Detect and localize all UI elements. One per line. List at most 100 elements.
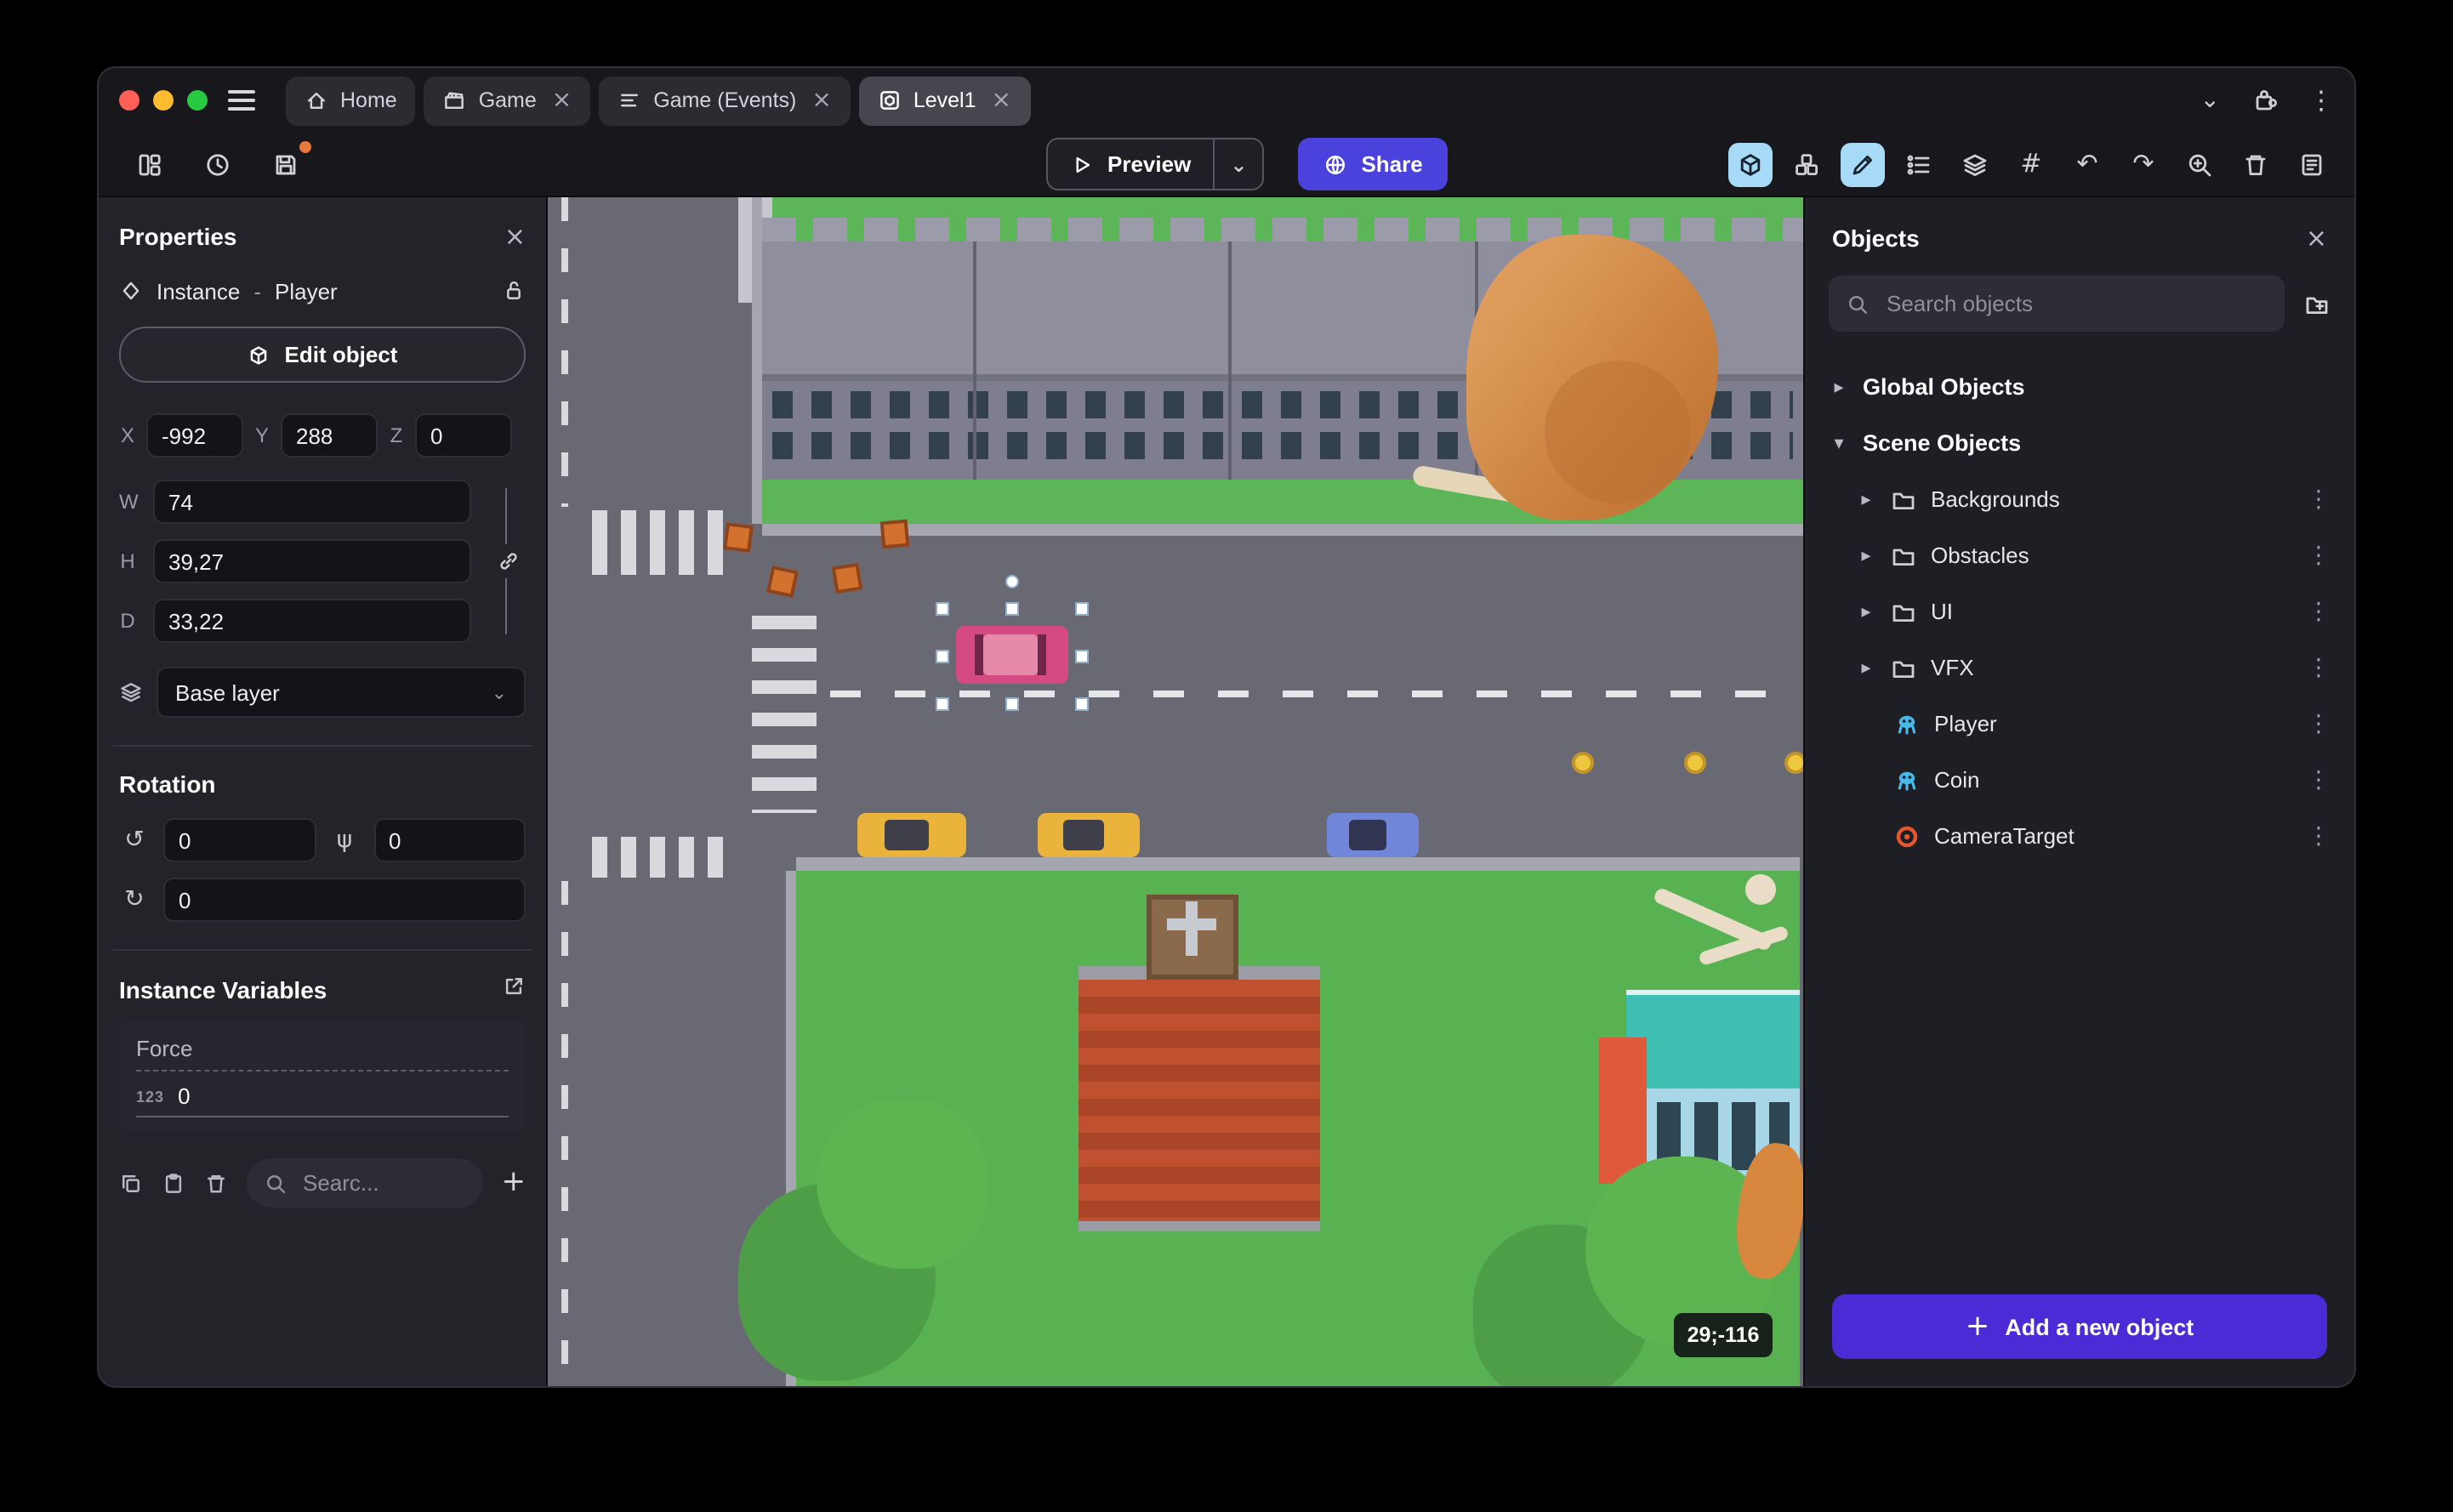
kebab-menu-icon[interactable]: ⋮ xyxy=(2307,824,2331,848)
main-menu-icon[interactable] xyxy=(228,82,265,119)
extensions-icon[interactable] xyxy=(2251,87,2278,114)
variable-value[interactable]: 0 xyxy=(178,1083,190,1109)
group-global-objects[interactable]: ▸ Global Objects xyxy=(1805,359,2354,415)
preview-button[interactable]: Preview ⌄ xyxy=(1046,138,1265,190)
folder-backgrounds[interactable]: ▸ Backgrounds ⋮ xyxy=(1805,471,2354,527)
width-input[interactable] xyxy=(153,480,471,524)
kebab-menu-icon[interactable]: ⋮ xyxy=(2307,768,2331,792)
x-input[interactable] xyxy=(146,413,243,458)
tab-game-events[interactable]: Game (Events) × xyxy=(599,76,851,125)
selection-handle[interactable] xyxy=(1075,602,1089,616)
close-window-button[interactable] xyxy=(119,90,139,111)
group-scene-objects[interactable]: ▾ Scene Objects xyxy=(1805,415,2354,471)
tab-game[interactable]: Game × xyxy=(424,76,591,125)
zoom-icon[interactable] xyxy=(2177,142,2222,186)
crate-sprite[interactable] xyxy=(723,522,754,553)
crate-sprite[interactable] xyxy=(831,562,863,594)
teal-roof-building-sprite[interactable] xyxy=(1626,990,1800,1089)
selection-handle[interactable] xyxy=(1075,697,1089,711)
y-input[interactable] xyxy=(281,413,378,458)
selection-handle[interactable] xyxy=(936,650,949,663)
variable-name[interactable]: Force xyxy=(136,1036,509,1071)
kebab-menu-icon[interactable]: ⋮ xyxy=(2307,600,2331,623)
chevron-down-icon[interactable]: ▾ xyxy=(1829,434,1849,452)
rotation-y-input[interactable] xyxy=(373,818,526,862)
chevron-right-icon[interactable]: ▸ xyxy=(1829,378,1849,396)
height-input[interactable] xyxy=(153,539,471,583)
scene-canvas[interactable]: 29;-116 xyxy=(548,197,1803,1386)
redo-icon[interactable]: ↷ xyxy=(2121,142,2166,186)
chevron-right-icon[interactable]: ▸ xyxy=(1856,658,1876,677)
add-variable-icon[interactable]: + xyxy=(502,1168,526,1197)
object-coin[interactable]: Coin ⋮ xyxy=(1805,752,2354,808)
delete-variable-icon[interactable] xyxy=(204,1171,228,1195)
paste-icon[interactable] xyxy=(162,1171,185,1195)
kebab-menu-icon[interactable]: ⋮ xyxy=(2308,87,2334,113)
variable-search-input[interactable] xyxy=(299,1168,466,1197)
3d-view-tool-icon[interactable] xyxy=(1728,142,1773,186)
kebab-menu-icon[interactable]: ⋮ xyxy=(2307,543,2331,567)
trash-icon[interactable] xyxy=(2234,142,2278,186)
chevron-right-icon[interactable]: ▸ xyxy=(1856,546,1876,565)
layers-icon[interactable] xyxy=(1953,142,1997,186)
depth-input[interactable] xyxy=(153,599,471,643)
kebab-menu-icon[interactable]: ⋮ xyxy=(2307,487,2331,511)
car-yellow-sprite[interactable] xyxy=(857,813,966,857)
rotation-z-input[interactable] xyxy=(163,878,526,922)
tree-sprite[interactable] xyxy=(817,1099,987,1269)
history-icon[interactable] xyxy=(197,144,238,185)
objects-list-icon[interactable] xyxy=(1897,142,1941,186)
maximize-window-button[interactable] xyxy=(187,90,208,111)
brick-building-sprite[interactable] xyxy=(1079,966,1320,1231)
link-proportions-icon[interactable] xyxy=(497,544,521,578)
tab-close-icon[interactable]: × xyxy=(811,88,831,112)
car-blue-sprite[interactable] xyxy=(1327,813,1419,857)
bone-sprite[interactable] xyxy=(1745,874,1776,905)
selection-handle[interactable] xyxy=(1075,650,1089,663)
tab-close-icon[interactable]: × xyxy=(992,88,1011,112)
coin-sprite[interactable] xyxy=(1572,752,1594,774)
kebab-menu-icon[interactable]: ⋮ xyxy=(2307,656,2331,679)
selection-handle[interactable] xyxy=(1005,697,1019,711)
objects-search-input[interactable] xyxy=(1883,289,2268,318)
variable-search[interactable] xyxy=(247,1158,483,1208)
layer-select[interactable]: Base layer ⌄ xyxy=(157,667,526,718)
selection-handle[interactable] xyxy=(936,602,949,616)
minimize-window-button[interactable] xyxy=(153,90,174,111)
car-yellow-sprite[interactable] xyxy=(1038,813,1140,857)
grid-icon[interactable]: # xyxy=(2009,142,2053,186)
coin-sprite[interactable] xyxy=(1784,752,1803,774)
selection-handle[interactable] xyxy=(1005,602,1019,616)
folder-ui[interactable]: ▸ UI ⋮ xyxy=(1805,583,2354,639)
scene-properties-icon[interactable] xyxy=(2290,142,2334,186)
tab-home[interactable]: Home xyxy=(286,76,416,125)
close-icon[interactable]: × xyxy=(2306,225,2327,251)
chevron-down-icon[interactable]: ⌄ xyxy=(2200,88,2220,112)
add-new-object-button[interactable]: + Add a new object xyxy=(1832,1294,2327,1359)
undo-icon[interactable]: ↶ xyxy=(2065,142,2109,186)
chevron-right-icon[interactable]: ▸ xyxy=(1856,490,1876,509)
z-input[interactable] xyxy=(415,413,512,458)
instances-tool-icon[interactable] xyxy=(1784,142,1829,186)
selection-rotate-handle[interactable] xyxy=(1005,575,1019,588)
close-icon[interactable]: × xyxy=(504,223,526,249)
object-player[interactable]: Player ⋮ xyxy=(1805,696,2354,752)
open-variables-icon[interactable] xyxy=(502,975,526,1003)
chevron-right-icon[interactable]: ▸ xyxy=(1856,602,1876,621)
folder-obstacles[interactable]: ▸ Obstacles ⋮ xyxy=(1805,527,2354,583)
object-cameratarget[interactable]: CameraTarget ⋮ xyxy=(1805,808,2354,864)
crate-sprite[interactable] xyxy=(766,566,799,598)
lock-open-icon[interactable] xyxy=(502,279,526,303)
tab-close-icon[interactable]: × xyxy=(552,88,572,112)
save-icon[interactable] xyxy=(265,140,311,185)
layout-panels-icon[interactable] xyxy=(129,144,170,185)
kebab-menu-icon[interactable]: ⋮ xyxy=(2307,712,2331,736)
rotation-x-input[interactable] xyxy=(163,818,316,862)
copy-icon[interactable] xyxy=(119,1171,143,1195)
edit-object-button[interactable]: Edit object xyxy=(119,327,526,383)
tab-level1[interactable]: Level1 × xyxy=(858,76,1030,125)
add-folder-icon[interactable] xyxy=(2303,290,2331,317)
share-button[interactable]: Share xyxy=(1298,138,1448,190)
selection-handle[interactable] xyxy=(936,697,949,711)
preview-options-chevron[interactable]: ⌄ xyxy=(1213,139,1262,189)
